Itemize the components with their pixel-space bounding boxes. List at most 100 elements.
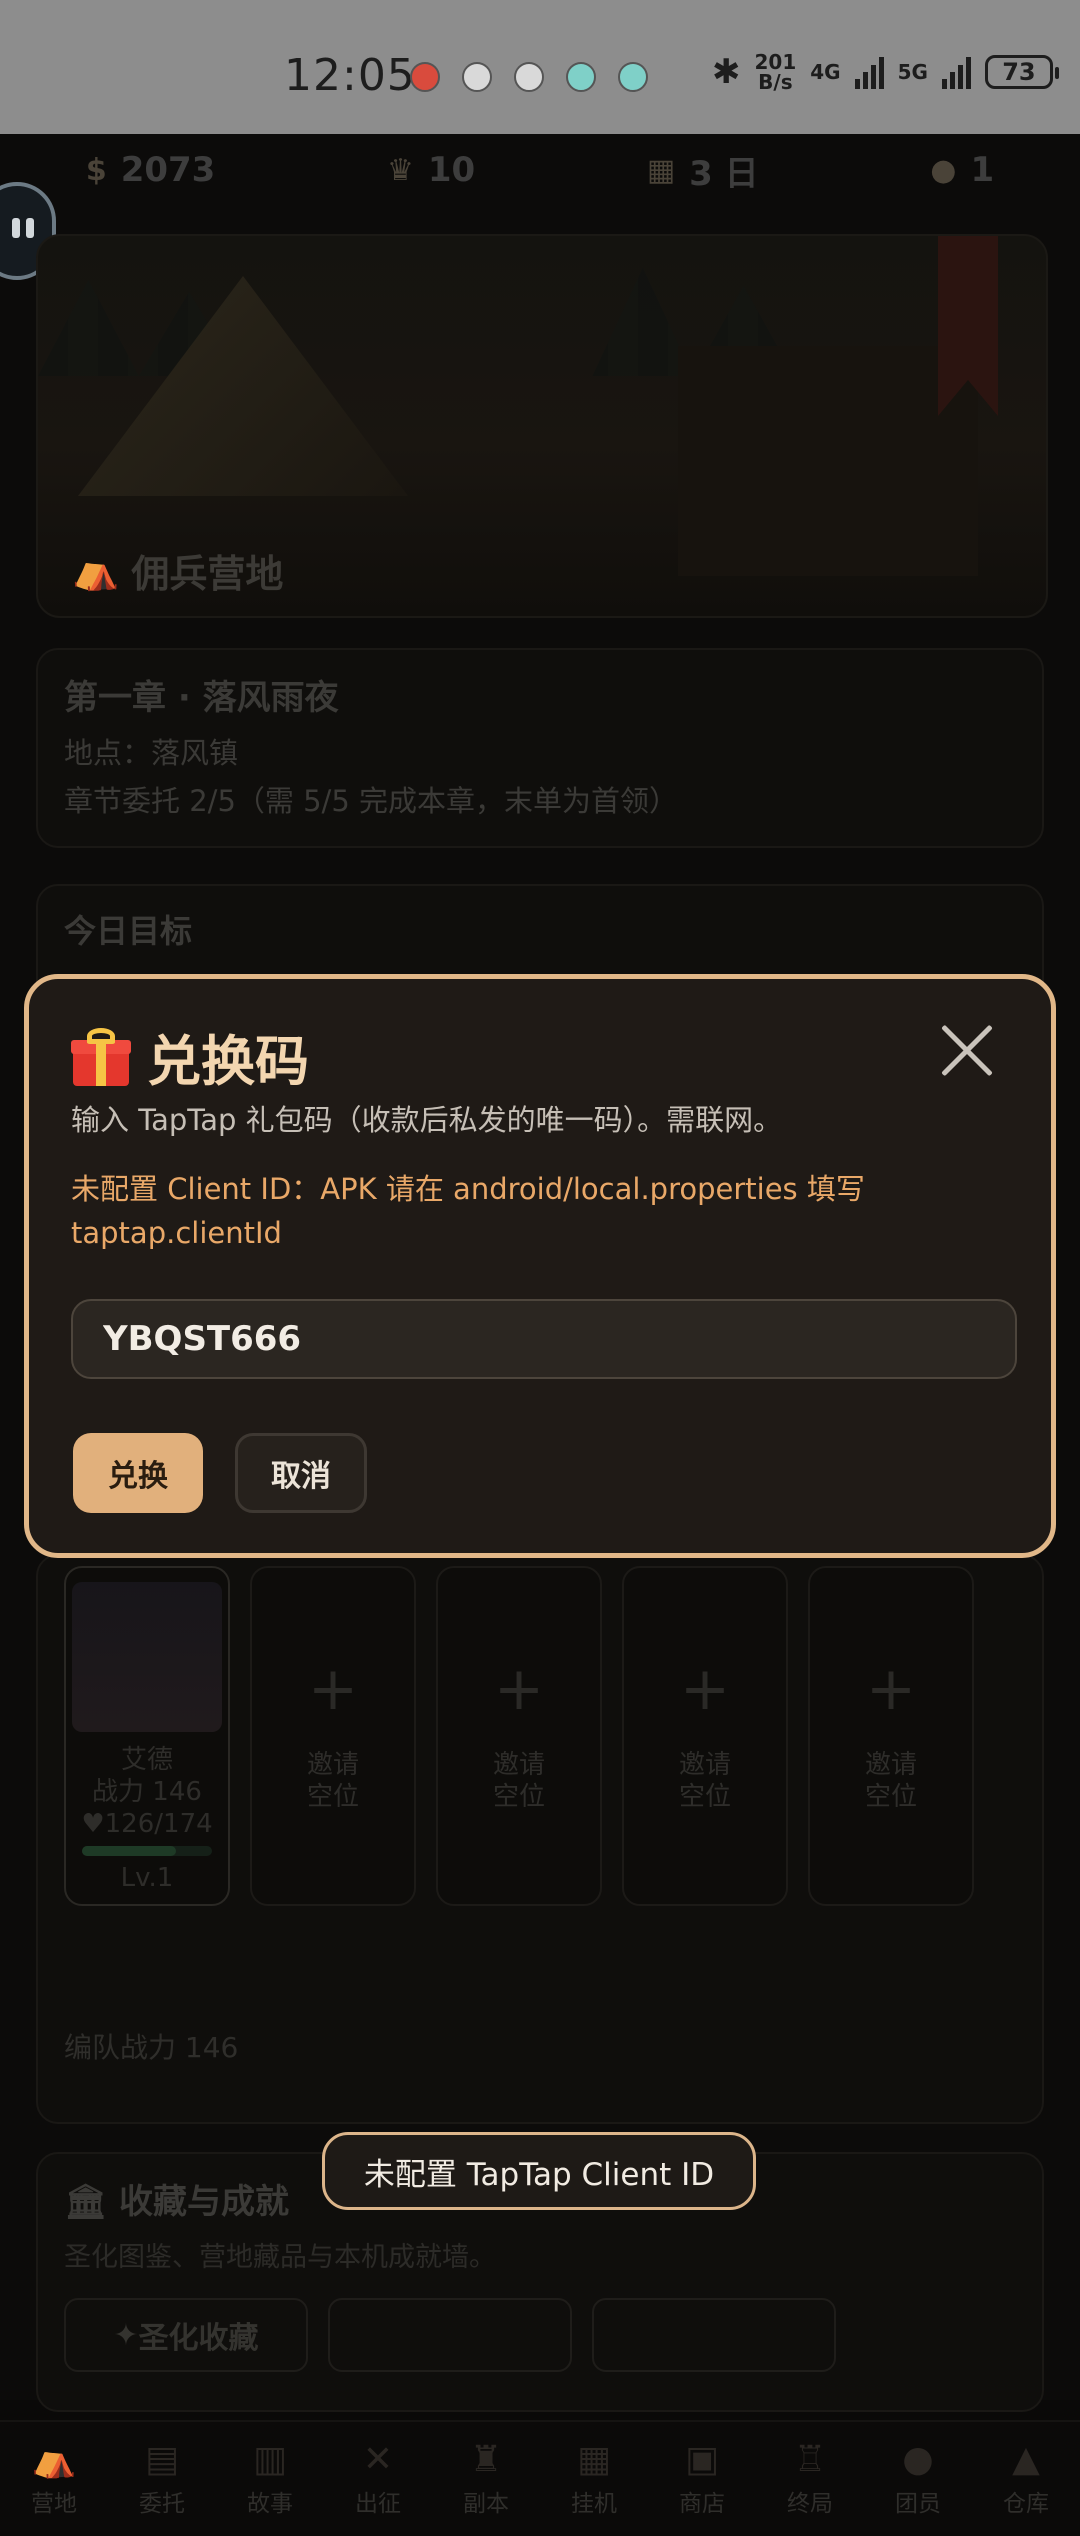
tab-warehouse[interactable]: ▲ 仓库: [1003, 2440, 1049, 2518]
crown-value: 10: [427, 150, 476, 190]
crown-icon: ♛: [386, 152, 414, 188]
tab-label: 委托: [139, 2491, 185, 2517]
redeem-code-input[interactable]: [71, 1299, 1017, 1379]
notification-app-icon: [618, 62, 648, 92]
hero-slot[interactable]: 艾德 战力 146 ♥126/174 Lv.1: [64, 1566, 230, 1906]
sanctified-collection-label: 圣化收藏: [138, 2321, 259, 2356]
client-id-warning: 未配置 Client ID：APK 请在 android/local.prope…: [71, 1172, 865, 1250]
team-card: 艾德 战力 146 ♥126/174 Lv.1 + 邀请 空位 + 邀请 空位 …: [36, 1554, 1044, 2124]
camp-icon: ⛺: [31, 2439, 77, 2480]
member-icon: ●: [902, 2439, 934, 2480]
network-speed-value: 201: [754, 50, 797, 74]
gold-counter: $ 2073: [86, 150, 216, 190]
tower-icon: ♖: [793, 2439, 827, 2480]
status-right-group: ✱ 201 B/s 4G 5G 73: [712, 52, 1059, 92]
hero-hp-fill: [82, 1846, 176, 1856]
camp-banner: ⛺ 佣兵营地: [36, 234, 1048, 618]
network-type-5g: 5G: [897, 60, 928, 84]
empty-slot-label: 邀请: [678, 1750, 731, 1780]
network-speed: 201 B/s: [755, 52, 797, 92]
person-icon: ●: [930, 152, 957, 188]
tab-story[interactable]: ▥ 故事: [247, 2440, 293, 2518]
tab-idle[interactable]: ▦ 挂机: [571, 2440, 617, 2518]
empty-slot[interactable]: + 邀请 空位: [808, 1566, 974, 1906]
tab-camp[interactable]: ⛺ 营地: [31, 2440, 77, 2518]
tab-endgame[interactable]: ♖ 终局: [787, 2440, 833, 2518]
chapter-title: 第一章 · 落风雨夜: [64, 678, 339, 718]
empty-slot-label: 邀请: [306, 1750, 359, 1780]
chapter-progress: 章节委托 2/5（需 5/5 完成本章，末单为首领）: [64, 784, 678, 818]
bag-icon: ▲: [1012, 2439, 1040, 2480]
network-type-4g: 4G: [810, 60, 841, 84]
dialog-title: 兑换码: [71, 1017, 309, 1096]
empty-slot-label: 邀请: [492, 1750, 545, 1780]
money-bag-icon: $: [85, 152, 107, 188]
hero-name: 艾德: [120, 1745, 173, 1775]
notification-app-icon: [566, 62, 596, 92]
calendar-icon: ▦: [646, 152, 676, 188]
notification-icons: [410, 62, 648, 92]
hero-power: 战力 146: [92, 1777, 202, 1807]
tab-dungeon[interactable]: ♜ 副本: [463, 2440, 509, 2518]
camp-icon: ⛺: [72, 548, 120, 592]
crown-counter: ♛ 10: [387, 150, 475, 190]
castle-icon: ♜: [469, 2439, 503, 2480]
shop-icon: ▣: [684, 2439, 719, 2480]
banner-tent: [78, 276, 408, 496]
signal-icon: [854, 55, 884, 89]
tab-label: 终局: [787, 2491, 833, 2517]
tab-label: 营地: [31, 2491, 77, 2517]
status-bar: 12:05 ✱ 201 B/s 4G 5G 73: [0, 0, 1080, 134]
collection-buttons: ✦ 圣化收藏: [64, 2298, 1016, 2372]
collection-button-3[interactable]: [592, 2298, 836, 2372]
empty-slot-label: 空位: [492, 1782, 545, 1812]
heart-icon: ♥: [81, 1809, 105, 1839]
plus-icon: +: [307, 1654, 359, 1724]
collection-desc: 圣化图鉴、营地藏品与本机成就墙。: [64, 2242, 496, 2273]
tab-label: 挂机: [571, 2491, 617, 2517]
museum-icon: 🏛: [64, 2182, 108, 2222]
plus-icon: +: [679, 1654, 731, 1724]
member-value: 1: [970, 150, 995, 190]
team-power: 编队战力 146: [64, 2031, 239, 2064]
dialog-title-text: 兑换码: [147, 1030, 309, 1093]
resource-bar: $ 2073 ♛ 10 ▦ 3 日 ● 1: [0, 134, 1080, 206]
empty-slot-label: 空位: [864, 1782, 917, 1812]
banner-title-text: 佣兵营地: [131, 552, 284, 596]
empty-slot[interactable]: + 邀请 空位: [622, 1566, 788, 1906]
gold-value: 2073: [120, 150, 216, 190]
book-icon: ▥: [252, 2439, 287, 2480]
banner-house: [678, 346, 978, 576]
sanctified-collection-button[interactable]: ✦ 圣化收藏: [64, 2298, 308, 2372]
toast-message: 未配置 TapTap Client ID: [322, 2132, 756, 2210]
empty-slot-label: 邀请: [864, 1750, 917, 1780]
member-counter: ● 1: [930, 150, 994, 190]
tab-expedition[interactable]: ✕ 出征: [355, 2440, 401, 2518]
empty-slot[interactable]: + 邀请 空位: [436, 1566, 602, 1906]
tab-label: 仓库: [1003, 2491, 1049, 2517]
status-time: 12:05: [284, 50, 416, 101]
tab-shop[interactable]: ▣ 商店: [679, 2440, 725, 2518]
plus-icon: +: [865, 1654, 917, 1724]
dialog-description: 输入 TapTap 礼包码（收款后私发的唯一码）。需联网。: [71, 1103, 783, 1137]
bluetooth-icon: ✱: [712, 52, 741, 92]
tab-label: 商店: [679, 2491, 725, 2517]
empty-slot[interactable]: + 邀请 空位: [250, 1566, 416, 1906]
day-value: 3 日: [689, 153, 759, 194]
cancel-button[interactable]: 取消: [235, 1433, 367, 1513]
tab-label: 副本: [463, 2491, 509, 2517]
close-icon[interactable]: [939, 1023, 995, 1079]
notification-app-icon: [462, 62, 492, 92]
redeem-button[interactable]: 兑换: [73, 1433, 203, 1513]
tab-members[interactable]: ● 团员: [895, 2440, 941, 2518]
collection-title-text: 收藏与成就: [119, 2182, 290, 2222]
plus-icon: +: [493, 1654, 545, 1724]
tab-commission[interactable]: ▤ 委托: [139, 2440, 185, 2518]
map-icon: ▦: [576, 2439, 611, 2480]
hero-hp-value: 126/174: [104, 1809, 213, 1839]
scroll-icon: ▤: [144, 2439, 179, 2480]
tab-label: 团员: [895, 2491, 941, 2517]
battery-icon: 73: [984, 55, 1059, 89]
collection-button-2[interactable]: [328, 2298, 572, 2372]
empty-slot-label: 空位: [306, 1782, 359, 1812]
